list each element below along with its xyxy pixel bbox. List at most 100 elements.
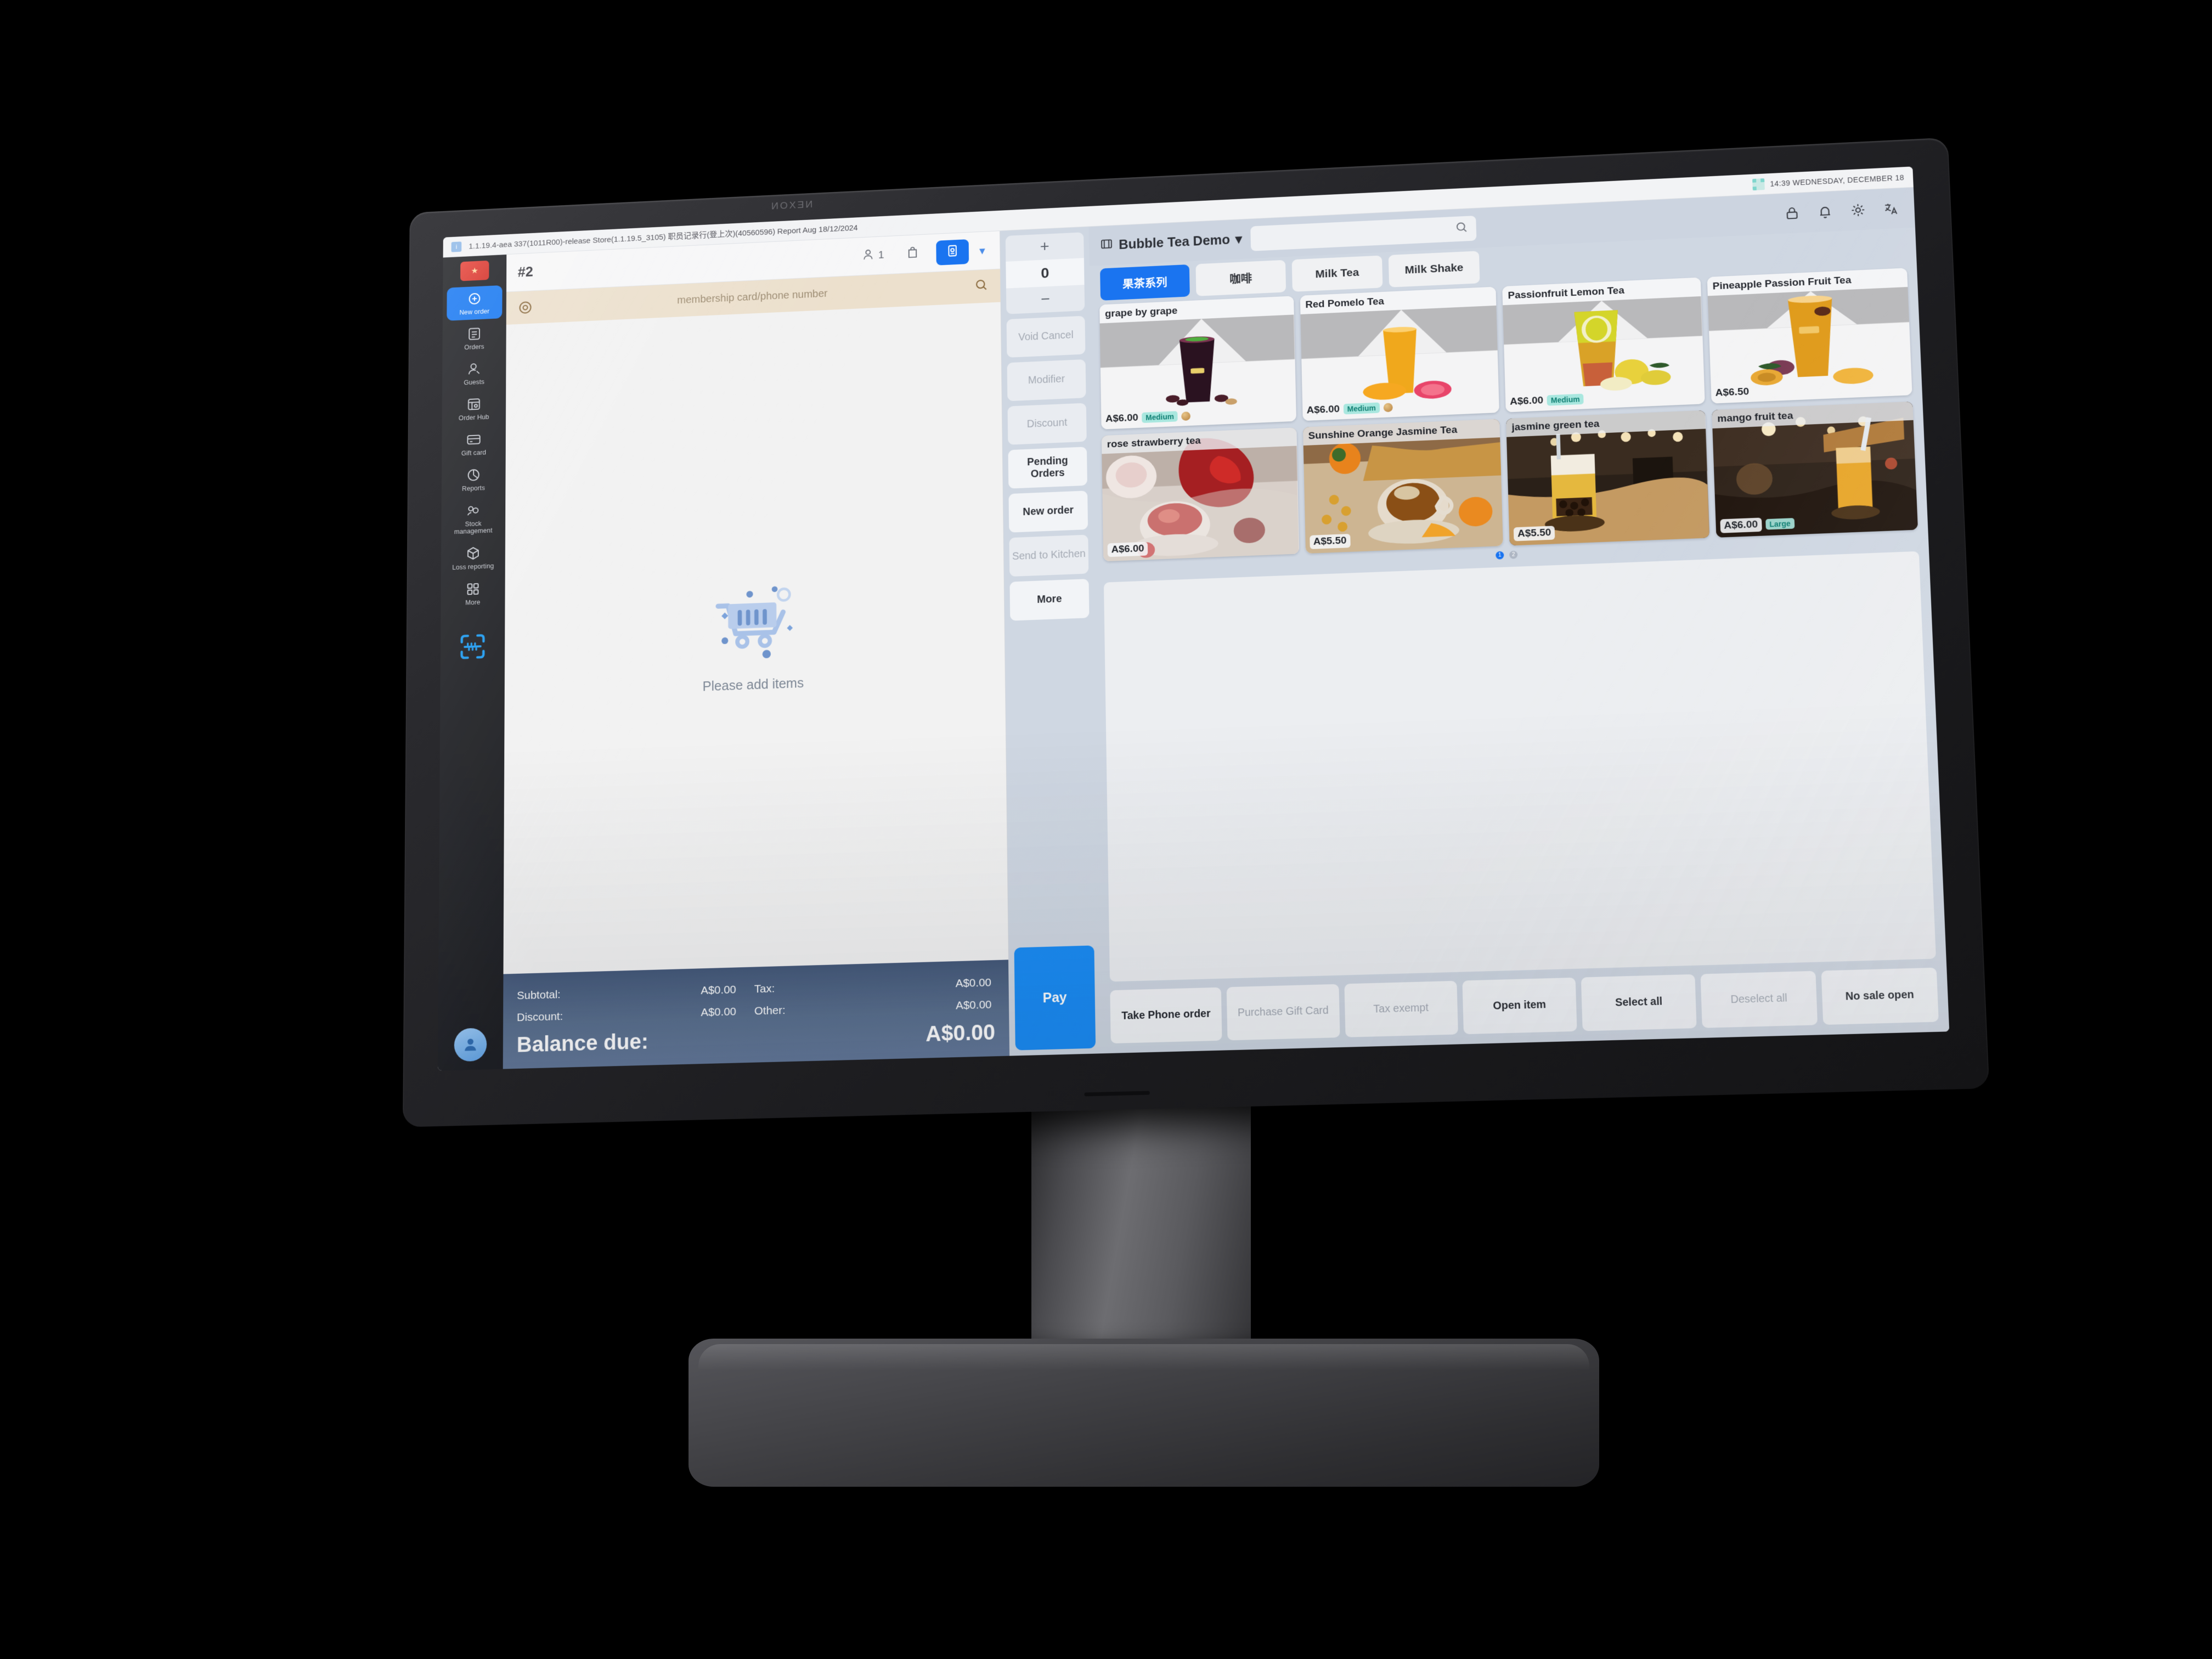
pos-monitor: NEXON i 1.1.19.4-aea 337(1011R00)-releas…	[403, 137, 1990, 1127]
void-cancel-button[interactable]: Void Cancel	[1006, 315, 1086, 358]
device-brand-label: NEXON	[770, 199, 813, 212]
quantity-stepper: + 0 −	[1005, 232, 1085, 314]
category-tab-fruit-tea[interactable]: 果茶系列	[1100, 264, 1190, 301]
pagination-dot[interactable]: 1	[1496, 551, 1504, 560]
dine-in-icon	[945, 243, 960, 261]
menu-search-input[interactable]	[1257, 223, 1455, 244]
deselect-all-button[interactable]: Deselect all	[1700, 970, 1818, 1028]
sidebar-item-gift-card[interactable]: Gift card	[446, 426, 502, 462]
sidebar-item-loss-reporting[interactable]: Loss reporting	[445, 540, 501, 575]
monitor-stand-base	[689, 1339, 1599, 1487]
action-button-column: + 0 − Void Cancel Modifier Discount Pend…	[1000, 227, 1102, 1056]
toolbar-spacer	[540, 257, 849, 272]
subtotal-label: Subtotal:	[517, 988, 561, 1002]
product-grid: grape by grape A$6.00 Medium Red Pomelo …	[1090, 268, 1928, 562]
guests-icon	[861, 247, 875, 264]
lock-icon[interactable]	[1780, 201, 1805, 225]
menu-scratch-area	[1103, 551, 1937, 982]
pagination-dot[interactable]: 2	[1509, 550, 1518, 559]
product-card[interactable]: rose strawberry tea A$6.00	[1101, 427, 1299, 562]
sidebar-item-orders[interactable]: Orders	[447, 320, 502, 356]
category-tab-coffee[interactable]: 咖啡	[1195, 259, 1286, 296]
product-footer: A$5.50	[1513, 526, 1555, 541]
tax-label: Tax:	[754, 982, 775, 995]
pay-button[interactable]: Pay	[1014, 945, 1096, 1051]
product-card[interactable]: Sunshine Orange Jasmine Tea A$5.50	[1302, 419, 1503, 554]
select-all-button[interactable]: Select all	[1581, 974, 1697, 1031]
totals-panel: Subtotal: A$0.00 Tax: A$0.00 Discount: A…	[503, 960, 1010, 1069]
photo-scene: NEXON i 1.1.19.4-aea 337(1011R00)-releas…	[0, 0, 2212, 1659]
empty-cart-icon	[703, 579, 803, 670]
size-badge: Medium	[1142, 411, 1178, 424]
product-footer: A$6.00 Large	[1719, 516, 1795, 533]
sidebar-item-more[interactable]: More	[445, 575, 501, 611]
new-order-icon	[467, 291, 482, 307]
sidebar-item-stock-management[interactable]: Stock management	[445, 497, 501, 540]
new-order-button[interactable]: New order	[1008, 490, 1088, 533]
product-card[interactable]: Passionfruit Lemon Tea A$6.00 Medium	[1502, 277, 1705, 413]
product-card[interactable]: grape by grape A$6.00 Medium	[1099, 296, 1296, 430]
product-card[interactable]: mango fruit tea A$6.00 Large	[1711, 401, 1918, 538]
takeaway-bag-button[interactable]	[896, 241, 929, 267]
open-item-button[interactable]: Open item	[1462, 977, 1577, 1035]
topping-dot-icon	[1181, 411, 1191, 421]
sidebar-label: Stock management	[454, 520, 493, 536]
search-icon[interactable]	[974, 278, 989, 296]
product-card[interactable]: Pineapple Passion Fruit Tea A$6.50	[1707, 268, 1912, 404]
sidebar-label: Guests	[464, 378, 484, 387]
product-footer: A$5.50	[1309, 534, 1351, 550]
gift-card-icon	[466, 432, 481, 448]
category-tab-milk-tea[interactable]: Milk Tea	[1291, 255, 1383, 292]
chevron-down-icon: ▾	[1235, 232, 1243, 247]
balance-due-value: A$0.00	[926, 1020, 996, 1047]
sidebar-item-reports[interactable]: Reports	[445, 461, 501, 497]
quantity-increase-button[interactable]: +	[1006, 232, 1084, 262]
header-spacer	[1485, 214, 1771, 228]
settings-gear-icon[interactable]	[1846, 198, 1871, 222]
language-icon[interactable]	[1878, 196, 1904, 221]
qr-code-icon	[1752, 178, 1765, 190]
sidebar-item-new-order[interactable]: New order	[447, 285, 503, 321]
monitor-stand-neck	[1031, 1086, 1251, 1383]
product-card[interactable]: jasmine green tea A$5.50	[1506, 410, 1709, 546]
send-to-kitchen-button[interactable]: Send to Kitchen	[1009, 534, 1089, 577]
orders-icon	[467, 326, 482, 342]
other-label: Other:	[754, 1003, 786, 1017]
subtotal-value: A$0.00	[701, 983, 736, 997]
user-avatar-icon[interactable]	[454, 1028, 487, 1062]
pos-screen: i 1.1.19.4-aea 337(1011R00)-release Stor…	[437, 166, 1950, 1071]
bezel-chin-marker	[1084, 1091, 1150, 1097]
no-sale-open-button[interactable]: No sale open	[1821, 967, 1939, 1025]
category-tab-milk-shake[interactable]: Milk Shake	[1388, 251, 1480, 287]
barcode-scan-icon[interactable]	[458, 631, 487, 662]
menu-search-box[interactable]	[1250, 216, 1477, 251]
order-type-chevron-down-icon[interactable]: ▾	[976, 244, 988, 257]
order-hub-icon	[466, 396, 482, 412]
purchase-gift-card-button[interactable]: Purchase Gift Card	[1226, 984, 1340, 1041]
monitor-bezel: NEXON i 1.1.19.4-aea 337(1011R00)-releas…	[403, 137, 1990, 1127]
dine-in-button[interactable]	[936, 239, 969, 266]
search-icon[interactable]	[1454, 220, 1469, 238]
quantity-decrease-button[interactable]: −	[1006, 285, 1085, 314]
bell-icon[interactable]	[1813, 200, 1838, 224]
store-selector[interactable]: Bubble Tea Demo ▾	[1099, 230, 1242, 254]
tax-exempt-button[interactable]: Tax exempt	[1344, 980, 1458, 1037]
sidebar-label: New order	[459, 307, 490, 317]
order-number: #2	[517, 264, 533, 280]
sidebar-item-order-hub[interactable]: Order Hub	[446, 391, 502, 426]
product-price: A$5.50	[1309, 534, 1351, 550]
take-phone-order-button[interactable]: Take Phone order	[1110, 987, 1222, 1044]
product-price: A$6.00	[1107, 541, 1148, 557]
modifier-button[interactable]: Modifier	[1007, 359, 1086, 402]
more-button[interactable]: More	[1009, 579, 1090, 621]
pending-orders-button[interactable]: Pending Orders	[1008, 447, 1087, 489]
app-logo: ★	[460, 260, 489, 281]
discount-button[interactable]: Discount	[1007, 403, 1087, 445]
guest-count-button[interactable]: 1	[856, 242, 889, 269]
tax-value: A$0.00	[955, 976, 992, 990]
size-badge: Medium	[1547, 393, 1584, 406]
size-badge: Large	[1765, 518, 1795, 530]
sidebar-item-guests[interactable]: Guests	[446, 356, 502, 391]
product-card[interactable]: Red Pomelo Tea A$6.00 Medium	[1300, 286, 1499, 421]
size-badge: Medium	[1343, 402, 1380, 415]
